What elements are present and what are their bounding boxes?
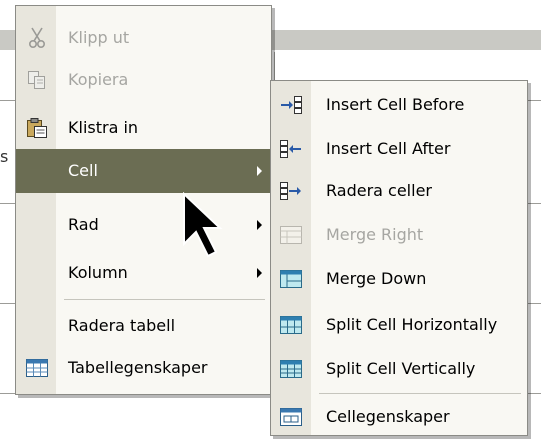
document-text-fragment: s	[0, 147, 9, 166]
menu-item-label: Kolumn	[68, 263, 128, 283]
merge-down-icon	[279, 268, 303, 290]
menu-item-insert-cell-after[interactable]: Insert Cell After	[271, 127, 527, 171]
menu-item-row[interactable]: Rad	[16, 203, 271, 247]
menu-item-label: Insert Cell Before	[326, 95, 465, 115]
split-vertical-icon	[279, 358, 303, 380]
menu-item-label: Insert Cell After	[326, 139, 451, 159]
menu-item-delete-table[interactable]: Radera tabell	[16, 304, 271, 348]
table-context-menu: Klipp ut Kopiera Klistra in Cell Rad Kol…	[15, 5, 272, 395]
menu-separator	[64, 299, 265, 300]
menu-item-label: Split Cell Horizontally	[326, 315, 498, 335]
table-properties-icon	[25, 357, 49, 379]
mouse-pointer-icon	[183, 192, 223, 258]
menu-item-label: Cellegenskaper	[326, 407, 450, 427]
menu-item-cell[interactable]: Cell	[16, 149, 271, 193]
menu-item-label: Split Cell Vertically	[326, 359, 476, 379]
insert-cell-before-icon	[279, 94, 303, 116]
menu-item-merge-down[interactable]: Merge Down	[271, 257, 527, 301]
menu-item-cut[interactable]: Klipp ut	[16, 16, 271, 60]
insert-cell-after-icon	[279, 138, 303, 160]
menu-item-table-properties[interactable]: Tabellegenskaper	[16, 346, 271, 390]
cell-properties-icon	[279, 406, 303, 428]
menu-item-label: Merge Down	[326, 269, 427, 289]
menu-item-merge-right[interactable]: Merge Right	[271, 213, 527, 257]
copy-icon	[25, 69, 49, 91]
menu-item-label: Klipp ut	[68, 28, 130, 48]
merge-right-icon	[279, 224, 303, 246]
menu-item-split-cell-horizontally[interactable]: Split Cell Horizontally	[271, 303, 527, 347]
menu-item-label: Rad	[68, 215, 99, 235]
menu-item-label: Tabellegenskaper	[68, 358, 208, 378]
menu-item-cell-properties[interactable]: Cellegenskaper	[271, 395, 527, 439]
submenu-arrow-icon	[257, 220, 262, 230]
delete-cells-icon	[279, 180, 303, 202]
split-horizontal-icon	[279, 314, 303, 336]
menu-item-column[interactable]: Kolumn	[16, 251, 271, 295]
menu-item-label: Klistra in	[68, 118, 139, 138]
menu-item-split-cell-vertically[interactable]: Split Cell Vertically	[271, 347, 527, 391]
menu-item-label: Radera tabell	[68, 316, 176, 336]
submenu-arrow-icon	[257, 166, 262, 176]
menu-item-label: Cell	[68, 161, 98, 181]
menu-item-insert-cell-before[interactable]: Insert Cell Before	[271, 83, 527, 127]
menu-item-label: Radera celler	[326, 181, 432, 201]
cell-submenu: Insert Cell Before Insert Cell After Rad	[270, 80, 528, 436]
scissors-icon	[25, 27, 49, 49]
menu-item-delete-cells[interactable]: Radera celler	[271, 169, 527, 213]
menu-item-copy[interactable]: Kopiera	[16, 58, 271, 102]
menu-separator	[319, 393, 521, 394]
clipboard-icon	[25, 117, 49, 139]
menu-item-label: Kopiera	[68, 70, 129, 90]
submenu-arrow-icon	[257, 268, 262, 278]
menu-item-paste[interactable]: Klistra in	[16, 106, 271, 150]
menu-item-label: Merge Right	[326, 225, 424, 245]
